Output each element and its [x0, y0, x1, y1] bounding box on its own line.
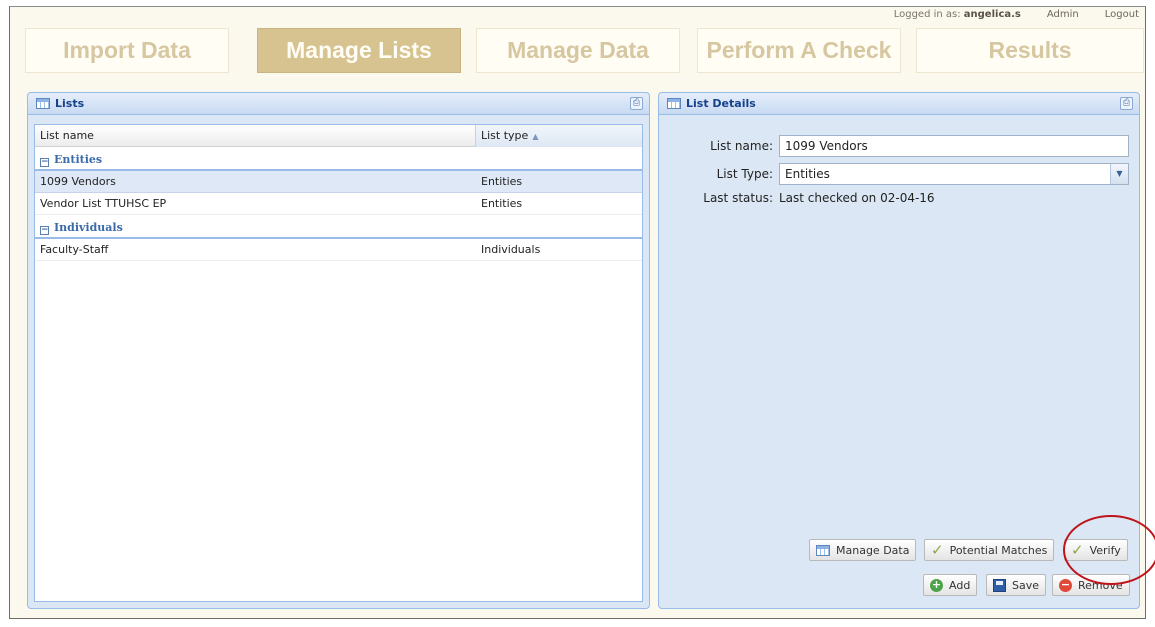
tab-manage-data[interactable]: Manage Data — [476, 28, 680, 73]
add-button[interactable]: + Add — [923, 574, 978, 596]
table-row[interactable]: Faculty-Staff Individuals — [35, 239, 642, 261]
table-icon — [36, 98, 50, 109]
list-type-select[interactable]: Entities ▼ — [779, 163, 1129, 185]
list-type-row: List Type: Entities ▼ — [659, 163, 1129, 185]
lists-grid: List name List type ▲ − Entities 1099 Vend… — [34, 124, 643, 602]
lists-panel: Lists ⎙ List name List type ▲ − Entities 1… — [27, 92, 650, 609]
table-icon — [667, 98, 681, 109]
list-name-cell: Faculty-Staff — [40, 243, 109, 256]
group-header-individuals[interactable]: − Individuals — [35, 215, 642, 239]
check-icon: ✓ — [931, 541, 944, 559]
grid-header: List name List type ▲ — [35, 125, 642, 147]
last-status-value: Last checked on 02-04-16 — [779, 191, 935, 205]
logout-link[interactable]: Logout — [1105, 9, 1139, 20]
group-header-entities[interactable]: − Entities — [35, 147, 642, 171]
tab-import-data[interactable]: Import Data — [25, 28, 229, 73]
admin-link[interactable]: Admin — [1047, 9, 1079, 20]
tab-results[interactable]: Results — [916, 28, 1144, 73]
remove-icon: − — [1059, 577, 1072, 592]
tab-manage-lists[interactable]: Manage Lists — [257, 28, 461, 73]
list-type-cell: Entities — [481, 197, 523, 210]
table-icon — [816, 544, 830, 556]
potential-matches-button[interactable]: ✓ Potential Matches — [924, 539, 1055, 561]
details-panel-header: List Details ⎙ — [659, 93, 1139, 115]
column-header-list-name[interactable]: List name — [35, 125, 476, 147]
list-name-cell: 1099 Vendors — [40, 175, 116, 188]
sort-asc-icon: ▲ — [532, 132, 539, 141]
remove-button[interactable]: − Remove — [1052, 574, 1130, 596]
print-icon[interactable]: ⎙ — [1120, 97, 1133, 110]
save-button[interactable]: Save — [986, 574, 1047, 596]
details-panel-title: List Details — [686, 97, 756, 110]
lists-panel-title: Lists — [55, 97, 85, 110]
list-details-panel: List Details ⎙ List name: 1099 Vendors L… — [658, 92, 1140, 609]
tab-perform-check[interactable]: Perform A Check — [697, 28, 901, 73]
list-name-cell: Vendor List TTUHSC EP — [40, 197, 167, 210]
chevron-down-icon[interactable]: ▼ — [1110, 164, 1128, 184]
list-type-cell: Entities — [481, 175, 523, 188]
list-type-cell: Individuals — [481, 243, 541, 256]
check-icon: ✓ — [1071, 541, 1084, 559]
list-name-label: List name: — [710, 139, 773, 153]
list-type-label: List Type: — [716, 167, 773, 181]
save-icon — [993, 578, 1006, 592]
user-bar: Logged in as: angelica.s Admin Logout — [894, 9, 1139, 20]
list-name-input[interactable]: 1099 Vendors — [779, 135, 1129, 157]
verify-button[interactable]: ✓ Verify — [1064, 539, 1128, 561]
table-row[interactable]: 1099 Vendors Entities — [35, 171, 642, 193]
logged-in-prefix: Logged in as: — [893, 9, 961, 20]
collapse-icon[interactable]: − — [40, 226, 49, 235]
manage-data-button[interactable]: Manage Data — [809, 539, 917, 561]
username: angelica.s — [963, 9, 1021, 20]
last-status-label: Last status: — [703, 191, 773, 205]
print-icon[interactable]: ⎙ — [630, 97, 643, 110]
last-status-row: Last status: Last checked on 02-04-16 — [659, 191, 935, 205]
lists-panel-header: Lists ⎙ — [28, 93, 649, 115]
list-type-value: Entities — [785, 167, 830, 181]
column-header-list-type[interactable]: List type ▲ — [476, 125, 642, 147]
list-name-row: List name: 1099 Vendors — [659, 135, 1129, 157]
logged-in-info: Logged in as: angelica.s — [894, 9, 1021, 20]
table-row[interactable]: Vendor List TTUHSC EP Entities — [35, 193, 642, 215]
collapse-icon[interactable]: − — [40, 158, 49, 167]
add-icon: + — [930, 577, 943, 592]
